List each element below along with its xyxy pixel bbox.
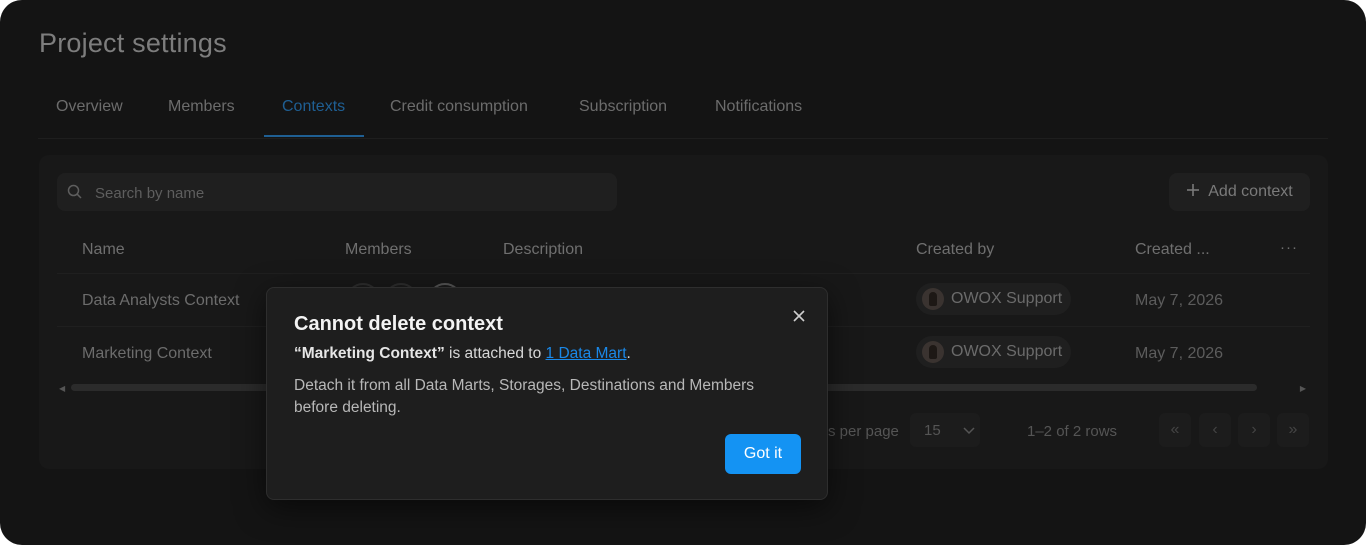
column-header-members[interactable]: Members	[345, 241, 412, 259]
created-by-chip: OWOX Support	[916, 283, 1071, 315]
chevron-down-icon	[963, 422, 975, 439]
tab-notifications[interactable]: Notifications	[697, 86, 820, 137]
next-page-icon[interactable]: ›	[1238, 413, 1270, 447]
got-it-button[interactable]: Got it	[725, 434, 801, 474]
search-box	[57, 173, 617, 213]
add-context-label: Add context	[1208, 183, 1293, 200]
dialog-message: “Marketing Context” is attached to 1 Dat…	[294, 345, 631, 363]
created-by-name: OWOX Support	[951, 290, 1063, 307]
avatar	[922, 288, 944, 310]
rows-per-page-label: s per page	[828, 423, 899, 440]
context-name: “Marketing Context”	[294, 345, 445, 362]
avatar	[922, 341, 944, 363]
search-input[interactable]	[93, 173, 607, 213]
ellipsis-icon[interactable]: ···	[1280, 239, 1298, 256]
page-title: Project settings	[39, 28, 227, 58]
row-1-name[interactable]: Data Analysts Context	[82, 292, 239, 310]
rows-per-page-select[interactable]: 15	[910, 413, 980, 447]
data-mart-link[interactable]: 1 Data Mart	[546, 345, 627, 362]
first-page-icon[interactable]: «	[1159, 413, 1191, 447]
row-2-name[interactable]: Marketing Context	[82, 345, 212, 363]
column-header-created[interactable]: Created ...	[1135, 241, 1210, 259]
row-divider	[57, 273, 1310, 274]
rows-per-page-value: 15	[924, 421, 941, 439]
created-by-name: OWOX Support	[951, 343, 1063, 360]
attached-text: is attached to	[444, 345, 546, 362]
tab-overview[interactable]: Overview	[38, 86, 141, 137]
period: .	[626, 345, 631, 362]
app-window: Project settings Overview Members Contex…	[0, 0, 1366, 545]
tab-subscription[interactable]: Subscription	[561, 86, 685, 137]
search-icon	[67, 184, 83, 205]
tab-members[interactable]: Members	[150, 86, 253, 137]
row-2-created: May 7, 2026	[1135, 345, 1224, 362]
add-context-button[interactable]: Add context	[1169, 173, 1310, 211]
pagination-range: 1–2 of 2 rows	[1027, 423, 1118, 440]
plus-icon	[1186, 183, 1200, 202]
scroll-left-icon[interactable]: ◀	[59, 384, 65, 393]
cannot-delete-dialog: Cannot delete context “Marketing Context…	[266, 287, 828, 500]
dialog-title: Cannot delete context	[294, 313, 503, 335]
dialog-detail: Detach it from all Data Marts, Storages,…	[294, 377, 755, 416]
column-header-description[interactable]: Description	[503, 241, 583, 259]
column-header-name[interactable]: Name	[82, 241, 125, 259]
scroll-right-icon[interactable]: ▶	[1300, 384, 1306, 393]
created-by-chip: OWOX Support	[916, 336, 1071, 368]
tab-credit-consumption[interactable]: Credit consumption	[372, 86, 546, 137]
row-1-created: May 7, 2026	[1135, 292, 1224, 309]
tab-contexts[interactable]: Contexts	[264, 86, 364, 137]
last-page-icon[interactable]: »	[1277, 413, 1309, 447]
tab-bar: Overview Members Contexts Credit consump…	[38, 86, 1328, 139]
close-icon[interactable]	[789, 306, 809, 326]
previous-page-icon[interactable]: ‹	[1199, 413, 1231, 447]
column-header-created-by[interactable]: Created by	[916, 241, 994, 259]
